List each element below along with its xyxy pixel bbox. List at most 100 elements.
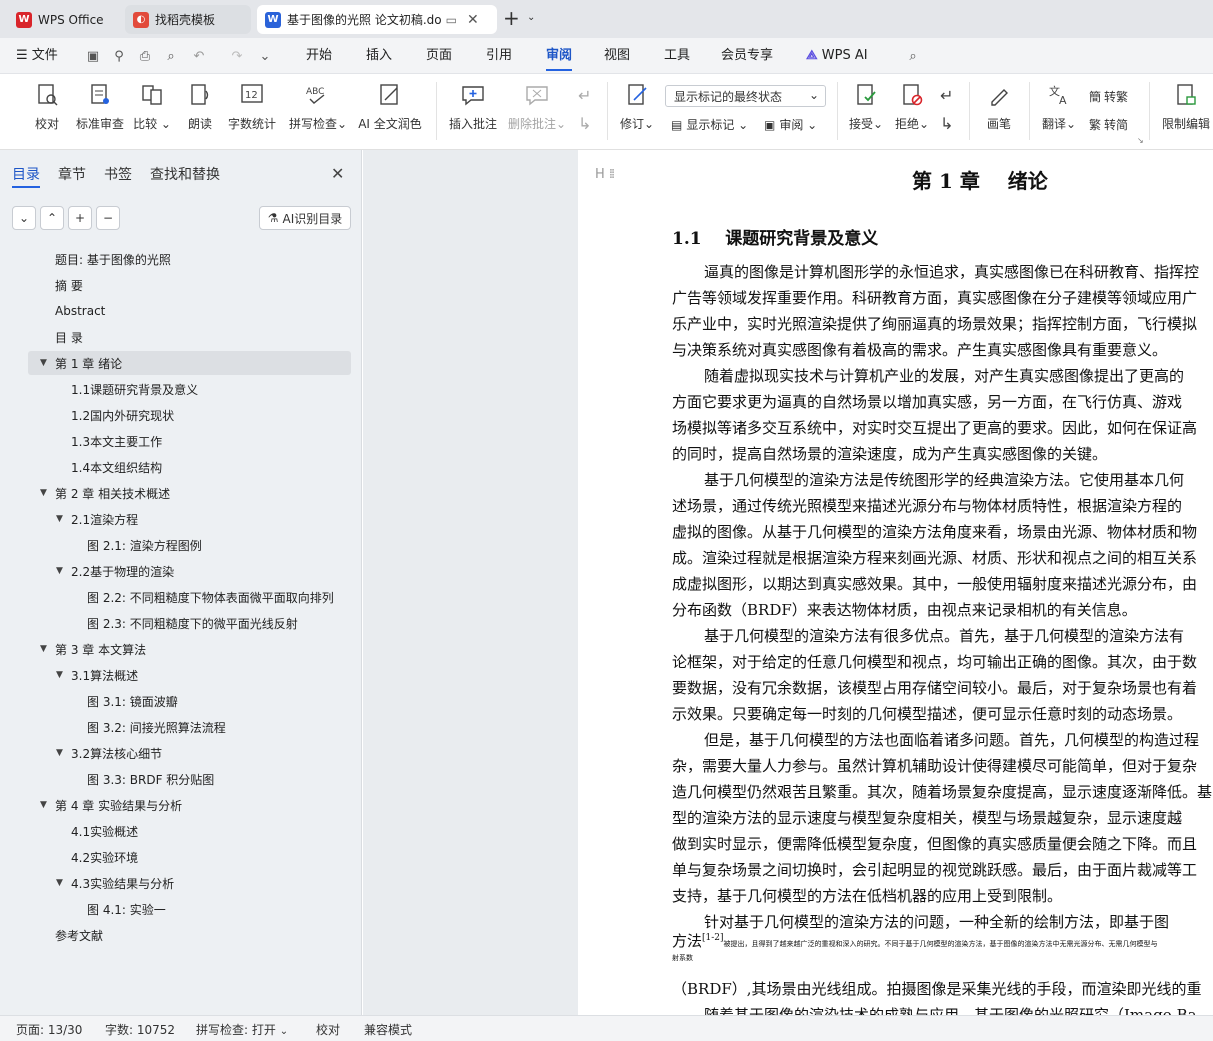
toc-item[interactable]: ▼ 第 1 章 绪论 [28, 351, 351, 375]
toc-item[interactable]: ▼ 3.2算法核心细节 [28, 741, 351, 765]
menu-references[interactable]: 引用 [486, 38, 512, 74]
save-icon[interactable]: ▣ [84, 47, 102, 65]
toc-item[interactable]: 4.1实验概述 [28, 819, 351, 843]
ai-toc-button[interactable]: ⚗ AI识别目录 [259, 206, 351, 230]
ribbon-dialog-launcher-icon[interactable]: ↘ [1137, 136, 1144, 145]
toc-item[interactable]: 图 2.1: 渲染方程图例 [28, 533, 351, 557]
tab-docer-templates[interactable]: ◐ 找稻壳模板 [125, 5, 251, 34]
accept-button[interactable]: 接受⌄ [846, 82, 886, 142]
spellcheck-button[interactable]: ABC 拼写检查⌄ [288, 82, 348, 142]
redo-icon[interactable]: ↷ [228, 47, 246, 65]
toc-item[interactable]: 图 3.2: 间接光照算法流程 [28, 715, 351, 739]
toc-item[interactable]: 1.3本文主要工作 [28, 429, 351, 453]
menu-home[interactable]: 开始 [306, 38, 332, 74]
ai-polish-button[interactable]: AI 全文润色 [356, 82, 424, 142]
remove-heading-button[interactable]: − [96, 206, 120, 230]
translate-button[interactable]: 文A 翻译⌄ [1040, 82, 1078, 142]
toc-item[interactable]: 摘 要 [28, 273, 351, 297]
toc-item[interactable]: 图 2.2: 不同粗糙度下物体表面微平面取向排列 [28, 585, 351, 609]
proof-button[interactable]: 校对 [30, 82, 64, 142]
close-pane-icon[interactable]: ✕ [331, 164, 344, 183]
previous-change-icon[interactable]: ↵ [940, 86, 953, 105]
delete-comment-button[interactable]: 删除批注⌄ [507, 82, 567, 142]
toc-item[interactable]: 1.4本文组织结构 [28, 455, 351, 479]
menu-wps-ai[interactable]: ⟁ WPS AI [806, 38, 868, 74]
toc-item[interactable]: 图 3.1: 镜面波瓣 [28, 689, 351, 713]
next-comment-icon[interactable]: ↳ [578, 114, 591, 133]
close-tab-icon[interactable]: ✕ [467, 12, 479, 28]
read-aloud-button[interactable]: 朗读 [184, 82, 216, 142]
tab-list-chevron-icon[interactable]: ⌄ [527, 12, 535, 23]
to-traditional-button[interactable]: 簡转繁 [1089, 88, 1128, 105]
compare-button[interactable]: 比较 ⌄ [133, 82, 171, 142]
expand-arrow-icon[interactable]: ▼ [56, 878, 63, 888]
document-page[interactable]: H ⁞⁞ 第 1 章 绪论 1.1 课题研究背景及意义 逼真的图像是计算机图形学… [579, 150, 1213, 1015]
expand-arrow-icon[interactable]: ▼ [56, 670, 63, 680]
toc-item[interactable]: 图 4.1: 实验一 [28, 897, 351, 921]
heading-drag-handle-icon[interactable]: H ⁞⁞ [595, 167, 615, 182]
print-preview-icon[interactable]: ⌕ [162, 47, 180, 65]
show-markup-button[interactable]: ▤ 显示标记 ⌄ [671, 116, 748, 133]
toc-item[interactable]: 图 2.3: 不同粗糙度下的微平面光线反射 [28, 611, 351, 635]
page-indicator[interactable]: 页面: 13/30 [16, 1021, 82, 1038]
insert-comment-button[interactable]: 插入批注 [447, 82, 499, 142]
toc-item[interactable]: 题目: 基于图像的光照 [28, 247, 351, 271]
toc-item[interactable]: ▼ 第 3 章 本文算法 [28, 637, 351, 661]
nav-tab-bookmarks[interactable]: 书签 [104, 164, 132, 184]
quick-access-more-icon[interactable]: ⌄ [256, 47, 274, 65]
expand-arrow-icon[interactable]: ▼ [40, 800, 47, 810]
menu-page[interactable]: 页面 [426, 38, 452, 74]
review-pane-button[interactable]: ▣ 审阅 ⌄ [764, 116, 817, 133]
standard-review-button[interactable]: 标准审查 [74, 82, 126, 142]
toc-item[interactable]: 1.1课题研究背景及意义 [28, 377, 351, 401]
spellcheck-status[interactable]: 拼写检查: 打开 ⌄ [196, 1021, 288, 1038]
nav-tab-toc[interactable]: 目录 [12, 164, 40, 188]
toc-item[interactable]: 图 3.3: BRDF 积分贴图 [28, 767, 351, 791]
toc-item[interactable]: ▼ 2.1渲染方程 [28, 507, 351, 531]
compat-mode-status[interactable]: 兼容模式 [364, 1021, 412, 1038]
track-changes-button[interactable]: 修订⌄ [617, 82, 657, 142]
expand-arrow-icon[interactable]: ▼ [56, 514, 63, 524]
new-tab-icon[interactable]: + [503, 8, 520, 28]
toc-item[interactable]: ▼ 4.3实验结果与分析 [28, 871, 351, 895]
toc-item[interactable]: ▼ 第 2 章 相关技术概述 [28, 481, 351, 505]
link-icon[interactable]: ⚲ [110, 47, 128, 65]
tab-current-document[interactable]: W 基于图像的光照 论文初稿.do ▭ ✕ [257, 5, 497, 34]
nav-tab-chapters[interactable]: 章节 [58, 164, 86, 184]
to-simplified-button[interactable]: 繁转简 [1089, 116, 1128, 133]
restrict-edit-button[interactable]: 限制编辑 [1160, 82, 1212, 142]
expand-arrow-icon[interactable]: ▼ [40, 644, 47, 654]
previous-comment-icon[interactable]: ↵ [578, 86, 591, 105]
expand-arrow-icon[interactable]: ▼ [40, 358, 47, 368]
menu-insert[interactable]: 插入 [366, 38, 392, 74]
pen-button[interactable]: 画笔 [982, 82, 1016, 142]
expand-up-button[interactable]: ⌃ [40, 206, 64, 230]
collapse-all-button[interactable]: ⌄ [12, 206, 36, 230]
undo-icon[interactable]: ↶ [190, 47, 208, 65]
print-icon[interactable]: ⎙ [136, 47, 154, 65]
expand-arrow-icon[interactable]: ▼ [40, 488, 47, 498]
word-count-button[interactable]: 12 字数统计 [226, 82, 278, 142]
expand-arrow-icon[interactable]: ▼ [56, 566, 63, 576]
markup-display-select[interactable]: 显示标记的最终状态 ⌄ [665, 85, 826, 107]
toc-item[interactable]: 4.2实验环境 [28, 845, 351, 869]
menu-review[interactable]: 审阅 [546, 38, 573, 74]
toc-item[interactable]: 目 录 [28, 325, 351, 349]
monitor-icon[interactable]: ▭ [446, 13, 457, 27]
file-menu[interactable]: ☰ 文件 [16, 38, 58, 74]
nav-tab-find-replace[interactable]: 查找和替换 [150, 164, 220, 184]
reject-button[interactable]: 拒绝⌄ [892, 82, 932, 142]
toc-item[interactable]: ▼ 2.2基于物理的渲染 [28, 559, 351, 583]
expand-arrow-icon[interactable]: ▼ [56, 748, 63, 758]
tab-wps-office[interactable]: W WPS Office [8, 5, 120, 34]
word-count-indicator[interactable]: 字数: 10752 [105, 1021, 175, 1038]
proof-status[interactable]: 校对 [316, 1021, 340, 1038]
toc-item[interactable]: ▼ 3.1算法概述 [28, 663, 351, 687]
search-icon[interactable]: ⌕ [904, 47, 922, 65]
next-change-icon[interactable]: ↳ [940, 114, 953, 133]
toc-item[interactable]: ▼ 第 4 章 实验结果与分析 [28, 793, 351, 817]
toc-item[interactable]: 参考文献 [28, 923, 351, 947]
add-heading-button[interactable]: + [68, 206, 92, 230]
toc-item[interactable]: 1.2国内外研究现状 [28, 403, 351, 427]
menu-membership[interactable]: 会员专享 [721, 38, 773, 74]
